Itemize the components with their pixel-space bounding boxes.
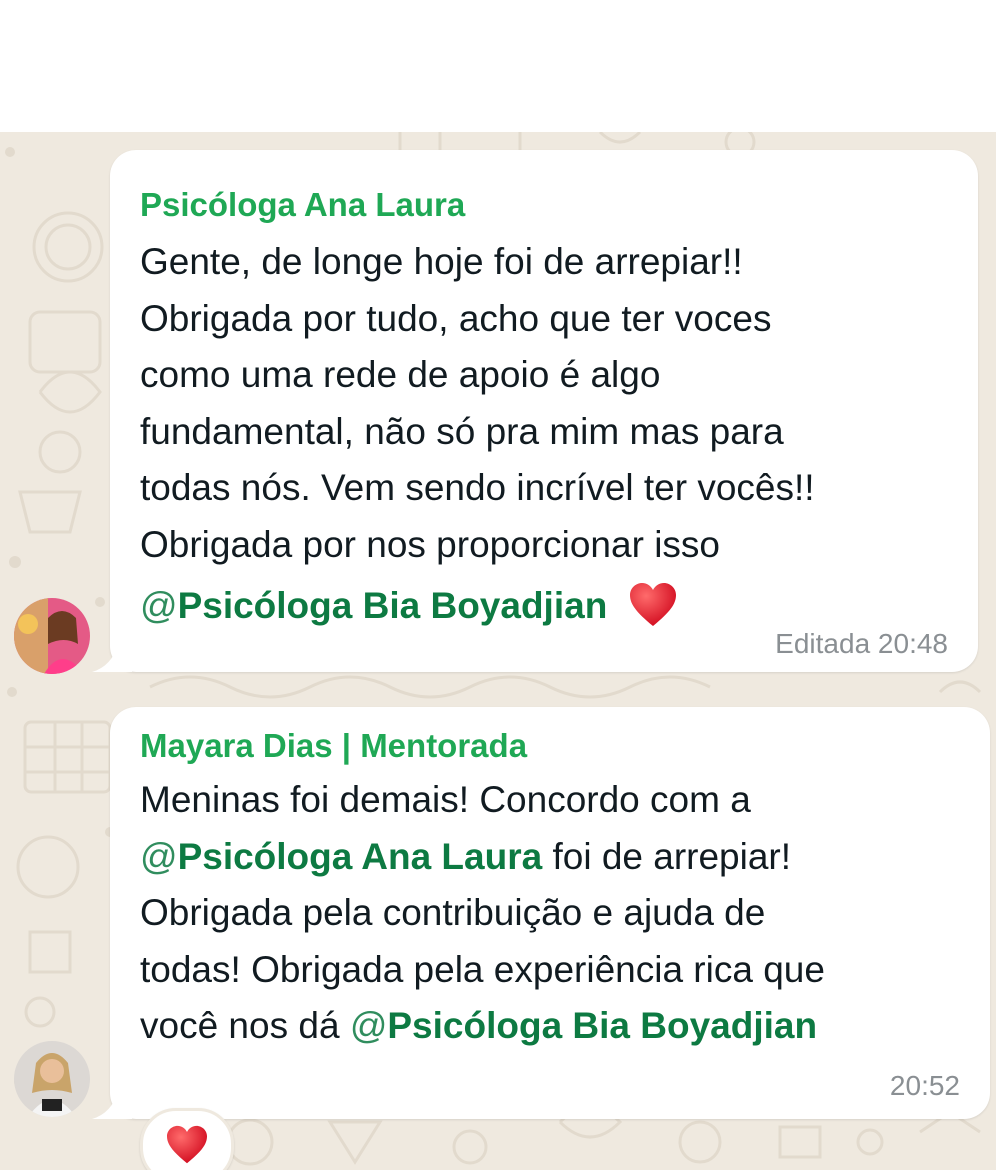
- mention-line: você nos dá @Psicóloga Bia Boyadjian: [140, 1007, 817, 1044]
- mention-at-symbol: @: [140, 585, 178, 626]
- message-meta: Editada 20:48: [775, 628, 948, 660]
- mention-link[interactable]: @Psicóloga Bia Boyadjian: [140, 585, 607, 626]
- mention-name: Psicóloga Bia Boyadjian: [387, 1005, 818, 1046]
- reaction-badge[interactable]: [140, 1108, 234, 1170]
- message-line: Gente, de longe hoje foi de arrepiar!!: [140, 241, 743, 282]
- bubble-tail: [92, 1083, 132, 1119]
- avatar-ana-laura-image: [14, 598, 90, 674]
- avatar-mayara-dias[interactable]: [14, 1041, 90, 1117]
- message-line: todas! Obrigada pela experiência rica qu…: [140, 949, 825, 990]
- avatar-mayara-dias-image: [14, 1041, 90, 1117]
- mention-at-symbol: @: [349, 1005, 388, 1046]
- chat-background: Psicóloga Ana Laura Gente, de longe hoje…: [0, 132, 996, 1170]
- timestamp: 20:48: [877, 628, 948, 659]
- avatar-ana-laura[interactable]: [14, 598, 90, 674]
- top-blank-area: [0, 0, 996, 132]
- message-bubble-2[interactable]: Mayara Dias | Mentorada Meninas foi dema…: [92, 707, 990, 1119]
- mention-name: Psicóloga Bia Boyadjian: [177, 585, 608, 626]
- message-line: como uma rede de apoio é algo: [140, 354, 661, 395]
- message-line: todas nós. Vem sendo incrível ter vocês!…: [140, 467, 815, 508]
- mention-link[interactable]: @Psicóloga Ana Laura: [140, 836, 542, 877]
- message-line: Obrigada pela contribuição e ajuda de: [140, 892, 766, 933]
- mention-at-symbol: @: [140, 836, 178, 877]
- bubble-tail: [92, 636, 132, 672]
- message-bubble-1[interactable]: Psicóloga Ana Laura Gente, de longe hoje…: [92, 150, 978, 672]
- message-line: fundamental, não só pra mim mas para: [140, 411, 784, 452]
- message-line: Obrigada por nos proporcionar isso: [140, 524, 720, 565]
- sender-name[interactable]: Psicóloga Ana Laura: [140, 186, 465, 224]
- message-line: Meninas foi demais! Concordo com a: [140, 779, 751, 820]
- mention-name: Psicóloga Ana Laura: [177, 836, 543, 877]
- sender-name[interactable]: Mayara Dias | Mentorada: [140, 727, 527, 765]
- message-text: foi de arrepiar!: [542, 836, 792, 877]
- timestamp: 20:52: [889, 1070, 960, 1101]
- message-line: Obrigada por tudo, acho que ter voces: [140, 298, 772, 339]
- edited-label: Editada: [775, 628, 871, 659]
- heart-emoji-icon: [167, 1125, 207, 1164]
- mention-line: @Psicóloga Bia Boyadjian: [140, 582, 678, 628]
- mention-line: @Psicóloga Ana Laura foi de arrepiar!: [140, 838, 791, 875]
- mention-link[interactable]: @Psicóloga Bia Boyadjian: [350, 1005, 817, 1046]
- message-text: você nos dá: [140, 1005, 350, 1046]
- heart-emoji-icon: [629, 583, 676, 626]
